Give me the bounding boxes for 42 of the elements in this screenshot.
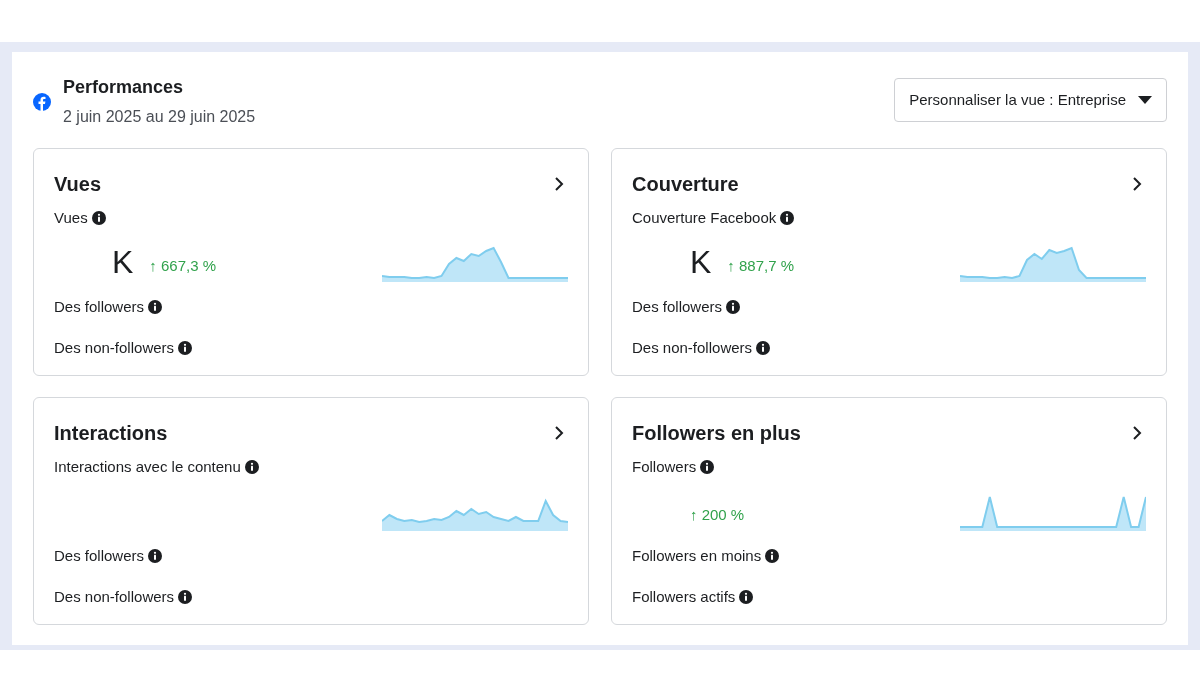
info-icon[interactable] <box>726 300 741 315</box>
info-icon[interactable] <box>756 340 771 355</box>
chevron-right-icon[interactable] <box>554 176 564 192</box>
chevron-right-icon[interactable] <box>1132 176 1142 192</box>
metric-label: Interactions avec le contenu <box>54 457 241 477</box>
metric-label: Followers <box>632 457 697 477</box>
breakdown-label: Followers actifs <box>632 586 736 607</box>
info-icon[interactable] <box>739 589 754 604</box>
date-range: 2 juin 2025 au 29 juin 2025 <box>63 107 256 127</box>
info-icon[interactable] <box>178 589 193 604</box>
breakdown-label: Des non-followers <box>632 337 753 358</box>
info-icon[interactable] <box>765 549 780 564</box>
metric-label: Vues <box>54 208 88 228</box>
metric-value: K <box>690 245 712 278</box>
breakdown-label: Des non-followers <box>54 337 175 358</box>
change-percent: ↑ 887,7 % <box>727 256 795 276</box>
info-icon[interactable] <box>178 340 193 355</box>
metric-label: Couverture Facebook <box>632 208 777 228</box>
card-title: Couverture <box>632 172 739 197</box>
section-title: Performances <box>63 76 185 99</box>
change-percent: ↑ 200 % <box>690 505 745 525</box>
view-selector-dropdown[interactable]: Personnaliser la vue : Entreprise <box>894 78 1167 122</box>
chevron-right-icon[interactable] <box>1132 425 1142 441</box>
breakdown-label: Des followers <box>632 297 723 317</box>
info-icon[interactable] <box>244 460 259 475</box>
info-icon[interactable] <box>700 460 715 475</box>
change-percent: ↑ 667,3 % <box>149 256 217 276</box>
breakdown-label: Followers en moins <box>632 546 762 566</box>
card-title: Interactions <box>54 421 168 446</box>
info-icon[interactable] <box>148 300 163 315</box>
card-title: Vues <box>54 172 102 197</box>
info-icon[interactable] <box>148 549 163 564</box>
breakdown-label: Des followers <box>54 297 145 317</box>
facebook-logo-icon <box>33 92 51 111</box>
caret-down-icon <box>1138 96 1152 104</box>
breakdown-label: Des non-followers <box>54 586 175 607</box>
breakdown-label: Des followers <box>54 546 145 566</box>
card-title: Followers en plus <box>632 421 801 446</box>
info-icon[interactable] <box>91 211 106 226</box>
info-icon[interactable] <box>780 211 795 226</box>
metric-value: K <box>112 245 134 278</box>
chevron-right-icon[interactable] <box>554 425 564 441</box>
